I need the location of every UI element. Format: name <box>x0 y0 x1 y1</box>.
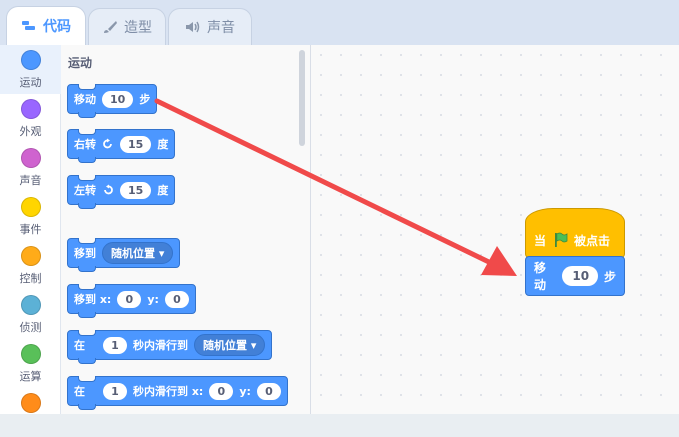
events-color-dot <box>20 197 41 217</box>
turn-right-block[interactable]: 右转 15 度 <box>67 129 176 163</box>
palette-scrollbar[interactable] <box>299 50 305 146</box>
block-label: 右转 <box>74 138 96 151</box>
control-color-dot <box>20 246 41 266</box>
category-label: 外观 <box>19 125 42 138</box>
rotate-counterclockwise-icon <box>104 184 113 195</box>
block-label: y: <box>147 292 159 306</box>
category-control[interactable]: 控制 <box>0 241 61 290</box>
looks-color-dot <box>20 99 41 119</box>
category-looks[interactable]: 外观 <box>0 94 61 143</box>
glide-to-block[interactable]: 在 1 秒内滑行到 随机位置 ▾ <box>67 330 273 364</box>
tab-label: 代码 <box>43 19 71 35</box>
tab-sounds[interactable]: 声音 <box>168 8 252 45</box>
block-label: 在 <box>74 385 85 398</box>
operators-color-dot <box>20 344 41 364</box>
category-label: 运动 <box>19 76 42 89</box>
seconds-input[interactable]: 1 <box>103 382 127 400</box>
block-label: 步 <box>603 269 616 284</box>
dropdown-value: 随机位置 <box>203 339 247 352</box>
category-variables[interactable] <box>0 388 61 437</box>
category-operators[interactable]: 运算 <box>0 339 61 388</box>
sound-color-dot <box>20 148 41 168</box>
workspace-move-block[interactable]: 移动 10 步 <box>525 256 625 296</box>
block-label: 移到 <box>74 247 96 260</box>
category-label: 事件 <box>19 223 42 236</box>
block-label: 秒内滑行到 <box>133 339 188 352</box>
x-input[interactable]: 0 <box>117 290 142 308</box>
x-input[interactable]: 0 <box>209 382 234 400</box>
glide-target-dropdown[interactable]: 随机位置 ▾ <box>194 334 266 356</box>
category-label: 声音 <box>19 174 42 187</box>
block-label: 移动 <box>74 93 96 106</box>
block-label: 度 <box>157 184 169 197</box>
block-label: 移动 <box>534 261 547 292</box>
chevron-down-icon: ▾ <box>250 339 257 352</box>
degrees-input[interactable]: 15 <box>120 181 152 199</box>
seconds-input[interactable]: 1 <box>103 336 127 354</box>
steps-input[interactable]: 10 <box>102 90 134 108</box>
rotate-clockwise-icon <box>103 138 112 149</box>
block-label: 度 <box>157 138 169 151</box>
category-menu: 运动 外观 声音 事件 控制 侦测 运算 <box>0 45 61 414</box>
speaker-icon <box>186 21 200 33</box>
goto-target-dropdown[interactable]: 随机位置 ▾ <box>102 242 174 264</box>
brush-icon <box>104 21 117 33</box>
category-label: 运算 <box>19 370 42 383</box>
category-events[interactable]: 事件 <box>0 192 61 241</box>
category-label: 控制 <box>19 272 42 285</box>
goto-block[interactable]: 移到 随机位置 ▾ <box>67 238 181 272</box>
tab-costumes[interactable]: 造型 <box>88 8 166 45</box>
steps-input[interactable]: 10 <box>562 266 598 286</box>
tab-label: 声音 <box>207 20 235 36</box>
degrees-input[interactable]: 15 <box>120 135 152 153</box>
tab-label: 造型 <box>124 20 152 36</box>
glide-xy-block[interactable]: 在 1 秒内滑行到 x: 0 y: 0 <box>67 376 288 410</box>
variables-color-dot <box>20 393 41 413</box>
y-input[interactable]: 0 <box>256 382 281 400</box>
green-flag-icon <box>555 232 568 247</box>
category-motion[interactable]: 运动 <box>0 45 61 94</box>
block-label: 左转 <box>74 184 96 197</box>
goto-xy-block[interactable]: 移到 x: 0 y: 0 <box>67 284 196 318</box>
block-palette: 运动 移动 10 步 右转 15 度 左转 15 度 移到 随机位置 ▾ 移到 … <box>61 45 311 414</box>
block-label: 被点击 <box>574 233 611 248</box>
category-sensing[interactable]: 侦测 <box>0 290 61 339</box>
sensing-color-dot <box>20 295 41 315</box>
block-label: 移到 x: <box>74 293 112 306</box>
tab-code[interactable]: 代码 <box>6 6 86 45</box>
motion-color-dot <box>20 50 41 70</box>
chevron-down-icon: ▾ <box>158 247 165 260</box>
code-icon <box>22 21 35 30</box>
move-steps-block[interactable]: 移动 10 步 <box>67 84 158 118</box>
category-sound[interactable]: 声音 <box>0 143 61 192</box>
y-input[interactable]: 0 <box>164 290 189 308</box>
block-label: 当 <box>534 233 547 248</box>
palette-section-title: 运动 <box>68 56 93 70</box>
turn-left-block[interactable]: 左转 15 度 <box>67 175 176 209</box>
tab-bar: 代码 造型 声音 <box>0 0 679 45</box>
category-label: 侦测 <box>19 321 42 334</box>
when-flag-clicked-block[interactable]: 当 被点击 <box>525 208 625 258</box>
dropdown-value: 随机位置 <box>111 247 155 260</box>
block-label: 秒内滑行到 x: <box>133 385 204 398</box>
block-label: 步 <box>139 93 151 106</box>
block-label: y: <box>239 384 251 398</box>
block-label: 在 <box>74 339 85 352</box>
